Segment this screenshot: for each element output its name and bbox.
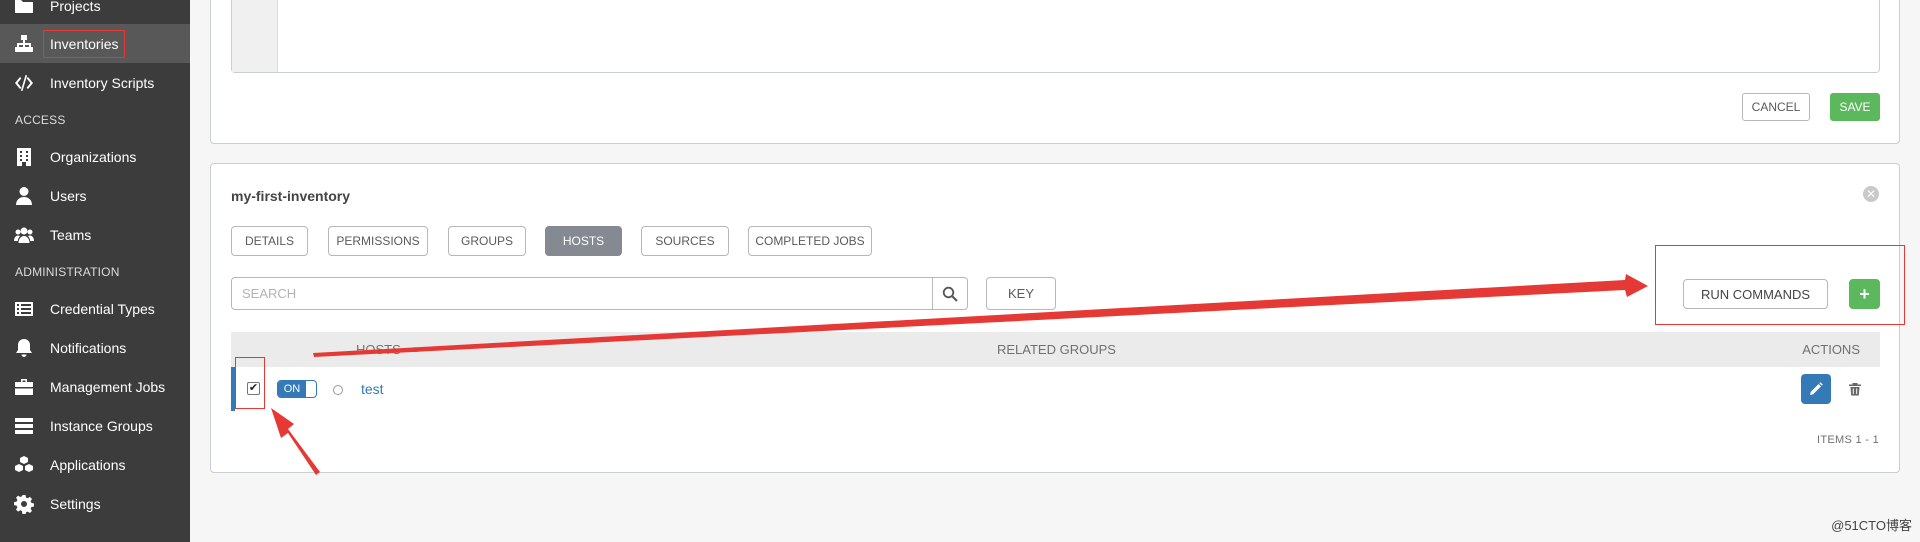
column-related-groups: RELATED GROUPS xyxy=(997,342,1116,357)
inventory-form-card: CANCEL SAVE xyxy=(210,0,1900,144)
search-button[interactable] xyxy=(932,277,968,310)
sidebar-item-organizations[interactable]: Organizations xyxy=(0,137,190,176)
key-button[interactable]: KEY xyxy=(986,277,1056,310)
user-icon xyxy=(13,185,35,207)
cancel-button[interactable]: CANCEL xyxy=(1742,93,1810,121)
tab-details[interactable]: DETAILS xyxy=(231,226,308,256)
pagination-count: ITEMS 1 - 1 xyxy=(1817,434,1879,446)
column-hosts[interactable]: HOSTS ▲ xyxy=(356,342,419,357)
tab-groups[interactable]: GROUPS xyxy=(448,226,526,256)
server-icon xyxy=(13,415,35,437)
edit-host-button[interactable] xyxy=(1801,374,1831,404)
editor-gutter xyxy=(232,0,278,72)
search-icon xyxy=(942,286,958,302)
sidebar-item-label: Projects xyxy=(50,0,101,14)
save-button[interactable]: SAVE xyxy=(1830,93,1880,121)
sidebar-item-projects[interactable]: Projects xyxy=(0,0,190,25)
pencil-icon xyxy=(1810,382,1823,395)
variables-editor[interactable] xyxy=(231,0,1880,73)
sidebar-item-label: Settings xyxy=(50,495,101,512)
sidebar-item-instance-groups[interactable]: Instance Groups xyxy=(0,406,190,445)
sidebar-item-inventories[interactable]: Inventories xyxy=(0,24,190,63)
sidebar-item-label: Organizations xyxy=(50,148,137,165)
host-name-link[interactable]: test xyxy=(361,381,384,397)
briefcase-icon xyxy=(13,376,35,398)
sidebar-item-management-jobs[interactable]: Management Jobs xyxy=(0,367,190,406)
tab-hosts[interactable]: HOSTS xyxy=(545,226,622,256)
sidebar-item-label: Instance Groups xyxy=(50,417,153,434)
gear-icon xyxy=(13,493,35,515)
sort-ascending-icon: ▲ xyxy=(410,344,420,354)
delete-host-button[interactable] xyxy=(1847,381,1863,397)
watermark: @51CTO博客 xyxy=(1831,518,1912,533)
cubes-icon xyxy=(13,454,35,476)
sidebar-item-settings[interactable]: Settings xyxy=(0,484,190,523)
trash-icon xyxy=(1849,383,1861,396)
close-icon[interactable]: ✕ xyxy=(1863,186,1879,202)
building-icon xyxy=(13,146,35,168)
sidebar-item-label: Users xyxy=(50,187,87,204)
table-row: ✔ ON test xyxy=(231,367,1880,411)
code-icon xyxy=(13,72,35,94)
section-access: ACCESS xyxy=(15,113,66,127)
sidebar: Projects Inventories Inventory Scripts A… xyxy=(0,0,190,542)
search-input[interactable] xyxy=(231,277,933,310)
host-status-icon xyxy=(333,385,343,395)
folder-icon xyxy=(13,0,35,17)
users-icon xyxy=(13,224,35,246)
tab-sources[interactable]: SOURCES xyxy=(641,226,729,256)
hosts-table-header: HOSTS ▲ RELATED GROUPS ACTIONS xyxy=(231,332,1880,367)
sidebar-item-credential-types[interactable]: Credential Types xyxy=(0,289,190,328)
sidebar-item-label: Management Jobs xyxy=(50,378,166,395)
sidebar-item-label: Inventory Scripts xyxy=(50,74,155,91)
bell-icon xyxy=(13,337,35,359)
tab-permissions[interactable]: PERMISSIONS xyxy=(328,226,428,256)
sidebar-item-teams[interactable]: Teams xyxy=(0,215,190,254)
inventory-hosts-card: my-first-inventory ✕ DETAILS PERMISSIONS… xyxy=(210,163,1900,473)
section-administration: ADMINISTRATION xyxy=(15,265,120,279)
annotation-box-checkbox xyxy=(235,357,265,409)
sidebar-item-label: Notifications xyxy=(50,339,127,356)
sidebar-item-label: Teams xyxy=(50,226,92,243)
sidebar-item-label: Applications xyxy=(50,456,126,473)
column-actions: ACTIONS xyxy=(1802,342,1860,357)
host-enabled-toggle[interactable]: ON xyxy=(277,380,317,398)
inventory-title: my-first-inventory xyxy=(231,188,351,204)
annotation-box-run-commands xyxy=(1655,245,1905,325)
list-alt-icon xyxy=(13,298,35,320)
sidebar-item-label: Credential Types xyxy=(50,300,155,317)
sidebar-item-label: Inventories xyxy=(43,29,126,58)
sidebar-item-inventory-scripts[interactable]: Inventory Scripts xyxy=(0,63,190,102)
sidebar-item-applications[interactable]: Applications xyxy=(0,445,190,484)
sidebar-item-users[interactable]: Users xyxy=(0,176,190,215)
sidebar-item-notifications[interactable]: Notifications xyxy=(0,328,190,367)
sitemap-icon xyxy=(13,33,35,55)
tab-completed-jobs[interactable]: COMPLETED JOBS xyxy=(748,226,872,256)
